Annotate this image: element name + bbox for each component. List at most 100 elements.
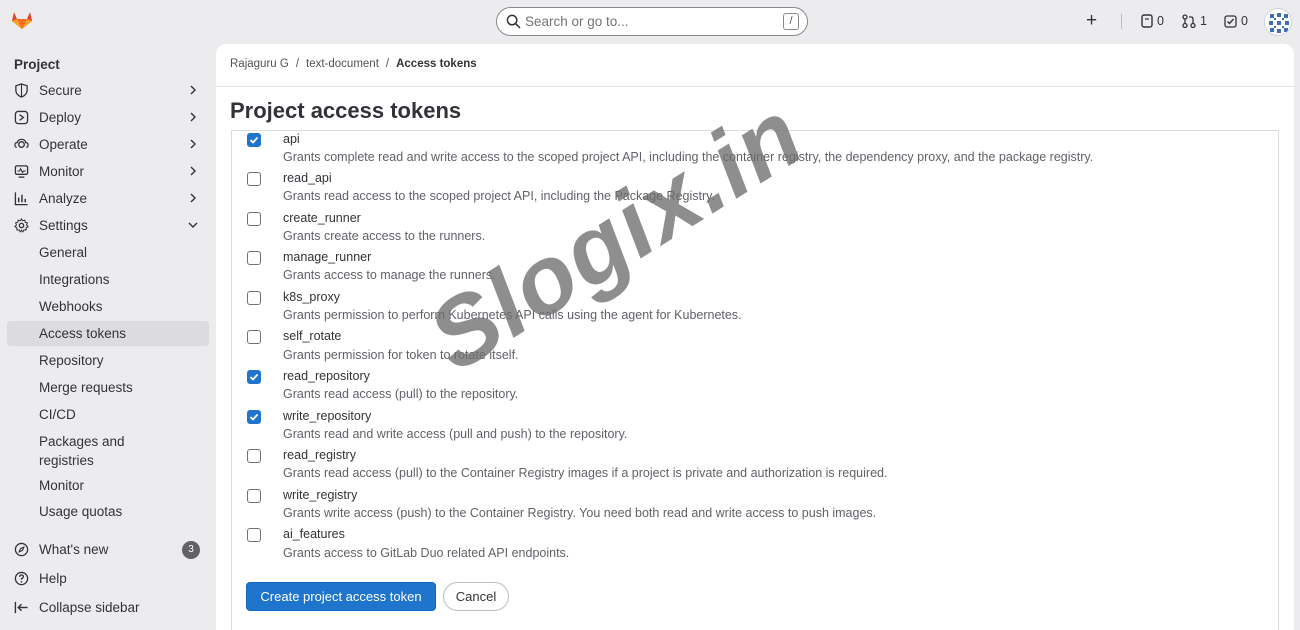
scope-checkbox-ai-features[interactable] (247, 528, 261, 542)
merge-request-icon (1182, 14, 1196, 28)
sidebar-item-monitor[interactable]: Monitor (7, 159, 209, 184)
sidebar-subitem-general[interactable]: General (7, 240, 209, 265)
help-button[interactable]: Help (7, 566, 209, 591)
sidebar-item-label: Monitor (39, 164, 85, 179)
sidebar-subitem-webhooks[interactable]: Webhooks (7, 294, 209, 319)
sidebar-item-label: Monitor (39, 478, 85, 493)
scope-name: manage_runner (283, 250, 372, 264)
merge-requests-count: 1 (1200, 14, 1207, 28)
checkmark-icon (249, 136, 259, 144)
scope-name: read_repository (283, 369, 370, 383)
sidebar-item-operate[interactable]: Operate (7, 132, 209, 157)
sidebar-item-label: Access tokens (39, 326, 127, 341)
compass-icon (14, 542, 29, 557)
scope-checkbox-k8s-proxy[interactable] (247, 291, 261, 305)
scope-checkbox-read-api[interactable] (247, 172, 261, 186)
breadcrumb-separator: / (385, 58, 390, 70)
shield-icon (15, 83, 28, 98)
sidebar-item-label: Packages and registries (39, 434, 125, 468)
sidebar-item-label: Repository (39, 353, 104, 368)
divider (1121, 14, 1122, 29)
deploy-icon (14, 110, 29, 125)
sidebar-subitem-merge-requests[interactable]: Merge requests (7, 375, 209, 400)
todos-count: 0 (1241, 14, 1248, 28)
breadcrumb-current[interactable]: Access tokens (396, 58, 477, 70)
top-bar: Search or go to... / + 0 1 0 (0, 0, 1300, 44)
sidebar-item-secure[interactable]: Secure (7, 78, 209, 103)
scope-checkbox-api[interactable] (247, 133, 261, 147)
scope-description: Grants read access (pull) to the reposit… (283, 387, 519, 401)
breadcrumb-project[interactable]: text-document (306, 58, 379, 70)
scope-name: read_registry (283, 448, 356, 462)
sidebar-item-label: Secure (39, 83, 82, 98)
search-input[interactable]: Search or go to... / (496, 7, 808, 36)
chevron-right-icon (190, 112, 196, 122)
sidebar-item-label: Integrations (39, 272, 110, 287)
sidebar-subitem-usage-quotas[interactable]: Usage quotas (7, 499, 209, 524)
scope-checkbox-self-rotate[interactable] (247, 330, 261, 344)
scope-checkbox-write-registry[interactable] (247, 489, 261, 503)
sidebar: Project Secure Deploy Operate Monitor An… (0, 44, 216, 630)
issues-button[interactable]: 0 (1141, 14, 1164, 28)
scope-checkbox-read-registry[interactable] (247, 449, 261, 463)
sidebar-item-label: Deploy (39, 110, 82, 125)
checkmark-icon (249, 373, 259, 381)
user-avatar[interactable] (1264, 8, 1292, 36)
chevron-down-icon (188, 222, 198, 228)
sidebar-item-deploy[interactable]: Deploy (7, 105, 209, 130)
merge-requests-button[interactable]: 1 (1182, 14, 1207, 28)
question-icon (14, 571, 29, 586)
scope-checkbox-manage-runner[interactable] (247, 251, 261, 265)
sidebar-subitem-integrations[interactable]: Integrations (7, 267, 209, 292)
checkmark-icon (249, 413, 259, 421)
sidebar-item-label: Merge requests (39, 380, 133, 395)
gear-icon (14, 218, 29, 233)
sidebar-subitem-monitor[interactable]: Monitor (7, 473, 209, 498)
create-token-button[interactable]: Create project access token (246, 582, 436, 611)
breadcrumb-separator: / (295, 58, 300, 70)
chevron-right-icon (190, 166, 196, 176)
todos-button[interactable]: 0 (1224, 14, 1248, 28)
sidebar-item-label: Operate (39, 137, 88, 152)
chevron-right-icon (190, 139, 196, 149)
scope-name: k8s_proxy (283, 290, 340, 304)
cancel-button[interactable]: Cancel (443, 582, 509, 611)
chart-icon (14, 192, 28, 206)
collapse-sidebar-label: Collapse sidebar (39, 600, 140, 615)
sidebar-item-label: Usage quotas (39, 504, 123, 519)
scope-checkbox-create-runner[interactable] (247, 212, 261, 226)
sidebar-subitem-repository[interactable]: Repository (7, 348, 209, 373)
collapse-sidebar-button[interactable]: Collapse sidebar (7, 595, 209, 620)
sidebar-subitem-access-tokens[interactable]: Access tokens (7, 321, 209, 346)
page-title: Project access tokens (230, 98, 462, 123)
scope-name: write_registry (283, 488, 358, 502)
scope-checkbox-read-repository[interactable] (247, 370, 261, 384)
breadcrumb-user[interactable]: Rajaguru G (230, 58, 289, 70)
gitlab-logo-icon[interactable] (11, 10, 33, 30)
search-shortcut-key: / (783, 13, 799, 30)
whats-new-button[interactable]: What's new 3 (7, 537, 209, 562)
sidebar-item-settings[interactable]: Settings (7, 213, 209, 238)
whats-new-label: What's new (39, 542, 109, 557)
breadcrumb: Rajaguru G / text-document / Access toke… (230, 58, 477, 70)
sidebar-subitem-packages-registries[interactable]: Packages and registries (7, 429, 209, 473)
scope-name: api (283, 132, 300, 146)
scope-name: ai_features (283, 527, 345, 541)
sidebar-item-analyze[interactable]: Analyze (7, 186, 209, 211)
scope-name: self_rotate (283, 329, 342, 343)
sidebar-item-label: General (39, 245, 88, 260)
chevron-right-icon (190, 85, 196, 95)
issues-icon (1141, 14, 1153, 28)
scope-description: Grants write access (push) to the Contai… (283, 506, 877, 520)
collapse-left-icon (14, 601, 28, 614)
scope-checkbox-write-repository[interactable] (247, 410, 261, 424)
scope-name: create_runner (283, 211, 361, 225)
scope-description: Grants read and write access (pull and p… (283, 427, 628, 441)
chevron-right-icon (190, 193, 196, 203)
sidebar-subitem-ci-cd[interactable]: CI/CD (7, 402, 209, 427)
scope-name: read_api (283, 171, 332, 185)
scope-description: Grants access to GitLab Duo related API … (283, 546, 570, 560)
create-new-icon[interactable]: + (1086, 11, 1097, 30)
issues-count: 0 (1157, 14, 1164, 28)
sidebar-item-label: CI/CD (39, 407, 76, 422)
